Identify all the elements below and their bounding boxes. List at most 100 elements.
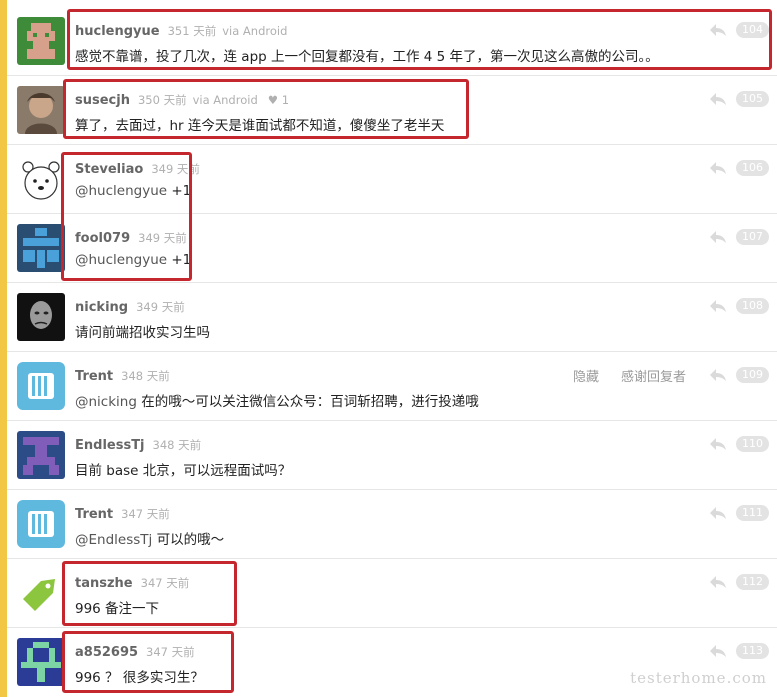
reply-content: 算了，去面过，hr 连今天是谁面试都不知道，傻傻坐了老半天 bbox=[75, 118, 445, 134]
reply-meta: tanszhe 347 天前 bbox=[75, 572, 190, 591]
floor-number: 107 bbox=[736, 229, 769, 245]
avatar[interactable] bbox=[17, 155, 65, 203]
reply-content: 996 ？ 很多实习生？ bbox=[75, 670, 204, 686]
reply-time: 348 天前 bbox=[121, 369, 170, 383]
heart-icon: ♥ bbox=[267, 93, 279, 107]
author-name[interactable]: susecjh bbox=[75, 93, 130, 108]
floor-number: 110 bbox=[736, 436, 769, 452]
reply-content: 感觉不靠谱，投了几次，连 app 上一个回复都没有，工作 4 5 年了，第一次见… bbox=[75, 49, 659, 65]
reply-text: 可以的哦～ bbox=[156, 532, 225, 548]
mention-link[interactable]: @EndlessTj bbox=[75, 532, 152, 548]
reply-arrow-icon[interactable] bbox=[708, 505, 728, 521]
reply-content: 996 备注一下 bbox=[75, 601, 160, 617]
reply-time: 351 天前 bbox=[167, 24, 217, 38]
reply-meta: huclengyue 351 天前 via Android bbox=[75, 20, 288, 39]
reply-time: 349 天前 bbox=[151, 162, 200, 176]
polar-bear-icon bbox=[17, 155, 65, 203]
author-name[interactable]: Trent bbox=[75, 369, 113, 384]
author-name[interactable]: a852695 bbox=[75, 645, 138, 660]
reply-item: fool079 349 天前 @huclengyue +1 107 bbox=[7, 214, 777, 283]
reply-meta: EndlessTj 348 天前 bbox=[75, 434, 201, 453]
like-count[interactable]: ♥ 1 bbox=[268, 93, 289, 107]
author-name[interactable]: Trent bbox=[75, 507, 113, 522]
reply-meta: fool079 349 天前 bbox=[75, 227, 187, 246]
avatar[interactable] bbox=[17, 569, 65, 617]
author-name[interactable]: fool079 bbox=[75, 231, 130, 246]
mention-link[interactable]: @nicking bbox=[75, 394, 137, 410]
reply-arrow-icon[interactable] bbox=[708, 298, 728, 314]
mention-link[interactable]: @huclengyue bbox=[75, 252, 167, 268]
avatar[interactable] bbox=[17, 638, 65, 686]
reply-actions: 隐藏 感谢回复者 109 bbox=[573, 366, 769, 385]
reply-meta: nicking 349 天前 bbox=[75, 296, 185, 315]
avatar[interactable] bbox=[17, 362, 65, 410]
avatar[interactable] bbox=[17, 86, 65, 134]
reply-item: EndlessTj 348 天前 目前 base 北京，可以远程面试吗？ 110 bbox=[7, 421, 777, 490]
reply-actions: 104 bbox=[708, 21, 769, 39]
reply-item: Trent 348 天前 @nicking 在的哦～可以关注微信公众号：百词斩招聘… bbox=[7, 352, 777, 421]
reply-item: Steveliao 349 天前 @huclengyue +1 106 bbox=[7, 145, 777, 214]
reply-content: @huclengyue +1 bbox=[75, 252, 191, 268]
reply-item: Trent 347 天前 @EndlessTj 可以的哦～ 111 bbox=[7, 490, 777, 559]
reply-time: 347 天前 bbox=[121, 507, 170, 521]
avatar[interactable] bbox=[17, 500, 65, 548]
author-name[interactable]: EndlessTj bbox=[75, 438, 145, 453]
reply-arrow-icon[interactable] bbox=[708, 574, 728, 590]
floor-number: 113 bbox=[736, 643, 769, 659]
author-name[interactable]: nicking bbox=[75, 300, 128, 315]
reply-content: 请问前端招收实习生吗 bbox=[75, 325, 210, 341]
avatar-pixel-icon bbox=[17, 224, 65, 272]
reply-arrow-icon[interactable] bbox=[708, 22, 728, 38]
author-name[interactable]: tanszhe bbox=[75, 576, 133, 591]
avatar-face-icon bbox=[17, 293, 65, 341]
reply-arrow-icon[interactable] bbox=[708, 91, 728, 107]
tag-icon bbox=[17, 569, 65, 617]
hide-button[interactable]: 隐藏 bbox=[573, 366, 599, 385]
reply-meta: Steveliao 349 天前 bbox=[75, 158, 200, 177]
reply-via: via Android bbox=[222, 24, 288, 38]
left-accent-stripe bbox=[0, 0, 7, 697]
reply-time: 347 天前 bbox=[140, 576, 190, 590]
reply-time: 349 天前 bbox=[138, 231, 187, 245]
reply-item: tanszhe 347 天前 996 备注一下 112 bbox=[7, 559, 777, 628]
floor-number: 109 bbox=[736, 367, 769, 383]
reply-arrow-icon[interactable] bbox=[708, 367, 728, 383]
author-name[interactable]: huclengyue bbox=[75, 24, 160, 39]
avatar-pixel-icon bbox=[17, 17, 65, 65]
reply-text: +1 bbox=[171, 252, 192, 268]
reply-item: susecjh 350 天前 via Android ♥ 1 算了，去面过，hr 连今… bbox=[7, 76, 777, 145]
like-count-value: 1 bbox=[281, 93, 290, 107]
reply-meta: susecjh 350 天前 via Android ♥ 1 bbox=[75, 89, 289, 108]
reply-actions: 111 bbox=[708, 504, 769, 522]
reply-actions: 105 bbox=[708, 90, 769, 108]
reply-meta: Trent 347 天前 bbox=[75, 503, 170, 522]
reply-content: 目前 base 北京，可以远程面试吗？ bbox=[75, 463, 292, 479]
reply-meta: Trent 348 天前 bbox=[75, 365, 170, 384]
avatar[interactable] bbox=[17, 17, 65, 65]
reply-item: huclengyue 351 天前 via Android 感觉不靠谱，投了几次，连… bbox=[7, 7, 777, 76]
reply-text: 在的哦～可以关注微信公众号：百词斩招聘，进行投递哦 bbox=[141, 394, 479, 410]
floor-number: 111 bbox=[736, 505, 769, 521]
avatar[interactable] bbox=[17, 431, 65, 479]
reply-actions: 113 bbox=[708, 642, 769, 660]
thank-button[interactable]: 感谢回复者 bbox=[621, 366, 686, 385]
avatar-photo-icon bbox=[17, 86, 65, 134]
reply-arrow-icon[interactable] bbox=[708, 436, 728, 452]
avatar-pixel-icon bbox=[17, 431, 65, 479]
avatar[interactable] bbox=[17, 293, 65, 341]
reply-arrow-icon[interactable] bbox=[708, 229, 728, 245]
mention-link[interactable]: @huclengyue bbox=[75, 183, 167, 199]
author-name[interactable]: Steveliao bbox=[75, 162, 143, 177]
floor-number: 108 bbox=[736, 298, 769, 314]
reply-arrow-icon[interactable] bbox=[708, 160, 728, 176]
reply-actions: 107 bbox=[708, 228, 769, 246]
reply-actions: 110 bbox=[708, 435, 769, 453]
reply-item: nicking 349 天前 请问前端招收实习生吗 108 bbox=[7, 283, 777, 352]
reply-actions: 106 bbox=[708, 159, 769, 177]
avatar[interactable] bbox=[17, 224, 65, 272]
reply-list: huclengyue 351 天前 via Android 感觉不靠谱，投了几次，连… bbox=[7, 7, 777, 697]
reply-content: @nicking 在的哦～可以关注微信公众号：百词斩招聘，进行投递哦 bbox=[75, 390, 479, 410]
reply-arrow-icon[interactable] bbox=[708, 643, 728, 659]
reply-meta: a852695 347 天前 bbox=[75, 641, 195, 660]
reply-time: 347 天前 bbox=[146, 645, 195, 659]
